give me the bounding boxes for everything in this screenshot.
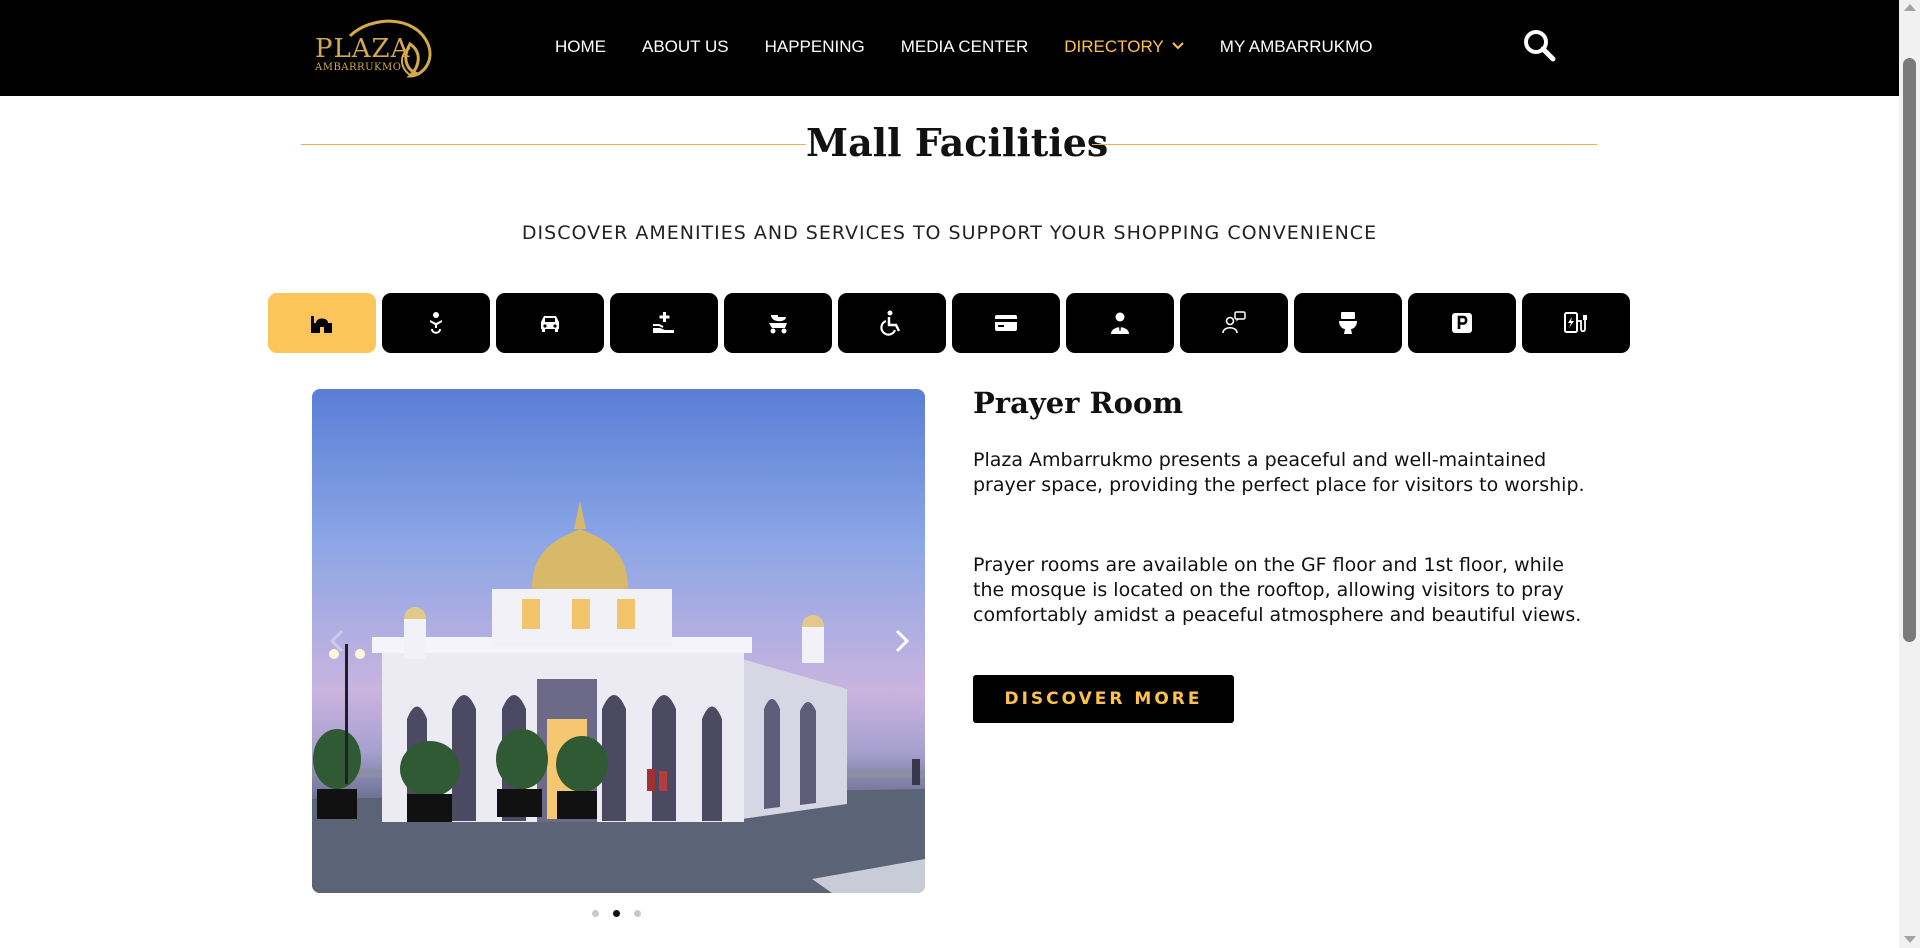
slider-prev-button[interactable] xyxy=(326,627,350,655)
logo-subword: AMBARRUKMO xyxy=(315,62,402,73)
section-title: Mall Facilities xyxy=(806,120,1109,165)
heading-divider-left xyxy=(301,144,806,145)
top-navigation-bar: PLAZA AMBARRUKMO HOME ABOUT US HAPPENING… xyxy=(0,0,1899,96)
facility-location-text: Prayer rooms are available on the GF flo… xyxy=(973,554,1582,626)
nav-about-us[interactable]: ABOUT US xyxy=(642,37,729,57)
scroll-thumb[interactable] xyxy=(1903,58,1916,642)
car-icon xyxy=(541,316,559,332)
facility-tabs xyxy=(268,293,1636,353)
slider-dot[interactable] xyxy=(634,910,641,917)
page-scrollbar[interactable] xyxy=(1899,0,1920,948)
slider-next-button[interactable] xyxy=(889,627,913,655)
mosque-photo xyxy=(312,501,925,893)
wheelchair-icon xyxy=(880,310,901,336)
nav-directory[interactable]: DIRECTORY xyxy=(1064,37,1184,57)
slider-pagination xyxy=(592,910,655,917)
tab-card[interactable] xyxy=(952,293,1060,353)
information-icon xyxy=(1222,311,1246,334)
tab-nursery-room[interactable] xyxy=(382,293,490,353)
slider-dot-active[interactable] xyxy=(613,910,620,917)
parking-icon xyxy=(1452,313,1472,333)
heading-divider-right xyxy=(1092,144,1597,145)
facility-image-slider[interactable] xyxy=(312,389,925,893)
ev-charging-icon xyxy=(1564,312,1587,333)
nav-media-center[interactable]: MEDIA CENTER xyxy=(901,37,1029,57)
tab-parking[interactable] xyxy=(1408,293,1516,353)
scroll-down-arrow-icon[interactable] xyxy=(1904,936,1916,943)
nav-directory-label: DIRECTORY xyxy=(1064,37,1164,56)
prayer-room-icon xyxy=(311,316,332,333)
tab-ev-charging[interactable] xyxy=(1522,293,1630,353)
search-button[interactable] xyxy=(1522,28,1556,62)
section-subtitle: DISCOVER AMENITIES AND SERVICES TO SUPPO… xyxy=(521,222,1378,244)
facility-description: Plaza Ambarrukmo presents a peaceful and… xyxy=(973,449,1585,496)
logo-word: PLAZA xyxy=(315,34,411,64)
main-nav: HOME ABOUT US HAPPENING MEDIA CENTER DIR… xyxy=(555,37,1409,57)
discover-more-button[interactable]: DISCOVER MORE xyxy=(973,675,1234,723)
tab-first-aid[interactable] xyxy=(610,293,718,353)
stroller-icon xyxy=(769,315,787,334)
tab-customer-service[interactable] xyxy=(1066,293,1174,353)
facility-title: Prayer Room xyxy=(973,386,1184,420)
chevron-right-icon xyxy=(895,629,910,653)
card-icon xyxy=(995,315,1017,331)
tab-prayer-room[interactable] xyxy=(268,293,376,353)
search-icon xyxy=(1524,30,1556,62)
scroll-up-arrow-icon[interactable] xyxy=(1904,4,1916,11)
customer-service-icon xyxy=(1111,312,1129,334)
tab-toilet[interactable] xyxy=(1294,293,1402,353)
nav-happening[interactable]: HAPPENING xyxy=(765,37,865,57)
tab-information[interactable] xyxy=(1180,293,1288,353)
nav-home[interactable]: HOME xyxy=(555,37,606,57)
first-aid-icon xyxy=(653,312,674,333)
tab-car[interactable] xyxy=(496,293,604,353)
tab-stroller[interactable] xyxy=(724,293,832,353)
chevron-down-icon xyxy=(1172,42,1184,50)
tab-wheelchair[interactable] xyxy=(838,293,946,353)
plaza-ambarrukmo-logo[interactable]: PLAZA AMBARRUKMO xyxy=(310,14,440,80)
chevron-left-icon xyxy=(329,629,344,653)
slider-dot[interactable] xyxy=(592,910,599,917)
nav-my-ambarrukmo[interactable]: MY AMBARRUKMO xyxy=(1220,37,1373,57)
toilet-icon xyxy=(1339,312,1357,334)
nursery-room-icon xyxy=(430,312,442,334)
